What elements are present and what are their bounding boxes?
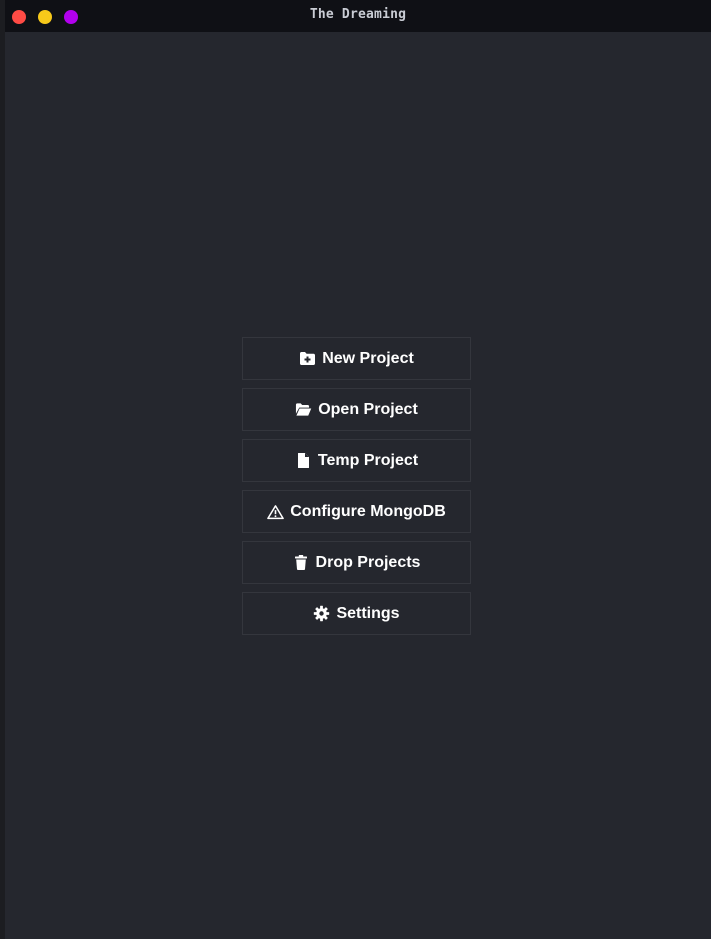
- folder-open-icon: [295, 401, 312, 418]
- settings-button[interactable]: Settings: [242, 592, 471, 635]
- window-title: The Dreaming: [309, 7, 407, 22]
- title-bar[interactable]: The Dreaming: [5, 0, 711, 32]
- new-project-button[interactable]: New Project: [242, 337, 471, 380]
- drop-projects-button[interactable]: Drop Projects: [242, 541, 471, 584]
- temp-project-button[interactable]: Temp Project: [242, 439, 471, 482]
- open-project-button[interactable]: Open Project: [242, 388, 471, 431]
- configure-mongodb-button[interactable]: Configure MongoDB: [242, 490, 471, 533]
- app-window: The Dreaming New Project Open Project Te…: [5, 0, 711, 939]
- new-project-label: New Project: [322, 349, 414, 367]
- folder-plus-icon: [299, 350, 316, 367]
- settings-label: Settings: [336, 604, 400, 622]
- drop-projects-label: Drop Projects: [315, 553, 421, 571]
- trash-icon: [293, 554, 310, 571]
- warning-icon: [267, 503, 285, 520]
- gear-icon: [313, 605, 330, 622]
- open-project-label: Open Project: [318, 400, 418, 418]
- temp-project-label: Temp Project: [317, 451, 419, 469]
- main-menu: New Project Open Project Temp Project Co…: [242, 337, 471, 643]
- configure-mongodb-label: Configure MongoDB: [290, 502, 446, 520]
- file-icon: [295, 452, 312, 469]
